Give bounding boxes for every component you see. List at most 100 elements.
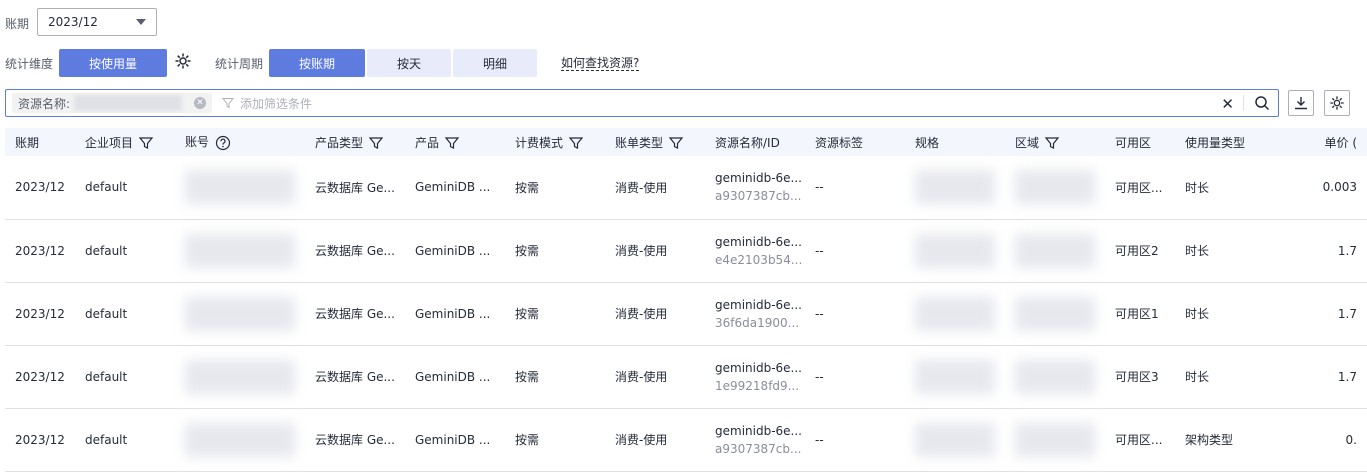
cell-bill-type: 消费-使用 bbox=[605, 219, 705, 283]
col-az: 可用区 bbox=[1105, 128, 1175, 156]
cell-resource[interactable]: geminidb-6e... a9307387cb... bbox=[705, 408, 805, 472]
filter-placeholder[interactable]: 添加筛选条件 bbox=[222, 95, 312, 112]
table-row: 2023/12 default 云数据库 Ge... GeminiDB ... … bbox=[5, 282, 1367, 346]
account-redacted bbox=[185, 296, 295, 331]
cell-spec bbox=[905, 219, 1005, 283]
cell-period: 2023/12 bbox=[5, 156, 75, 220]
cell-az: 可用区... bbox=[1105, 408, 1175, 472]
cell-period: 2023/12 bbox=[5, 219, 75, 283]
resource-name: geminidb-6e... bbox=[715, 423, 802, 438]
filter-icon[interactable] bbox=[369, 136, 384, 150]
how-to-find-resource-link[interactable]: 如何查找资源? bbox=[561, 56, 640, 71]
cycle-option-daily[interactable]: 按天 bbox=[367, 49, 451, 77]
col-account: 账号 bbox=[175, 128, 305, 156]
cell-spec bbox=[905, 282, 1005, 346]
cell-price: 0.003 bbox=[1275, 156, 1367, 220]
cell-period: 2023/12 bbox=[5, 408, 75, 472]
cell-region bbox=[1005, 282, 1105, 346]
cell-az: 可用区3 bbox=[1105, 345, 1175, 409]
gear-icon bbox=[1330, 96, 1344, 110]
clear-tag-icon[interactable]: ✕ bbox=[194, 97, 207, 109]
filter-icon[interactable] bbox=[139, 136, 154, 150]
cell-product-type: 云数据库 Ge... bbox=[305, 345, 405, 409]
spec-redacted bbox=[915, 296, 995, 331]
divider bbox=[1243, 95, 1244, 111]
cell-az: 可用区1 bbox=[1105, 282, 1175, 346]
spec-redacted bbox=[915, 233, 995, 268]
cell-usage-type: 时长 bbox=[1175, 345, 1275, 409]
cell-resource[interactable]: geminidb-6e... e4e2103b54... bbox=[705, 219, 805, 283]
resource-id: a9307387cb... bbox=[715, 189, 802, 204]
col-usage-type: 使用量类型 bbox=[1175, 128, 1275, 156]
col-period: 账期 bbox=[5, 128, 75, 156]
search-icon[interactable] bbox=[1254, 95, 1270, 114]
cell-region bbox=[1005, 156, 1105, 220]
cell-product: GeminiDB ... bbox=[405, 345, 505, 409]
col-product[interactable]: 产品 bbox=[405, 128, 505, 156]
download-button[interactable] bbox=[1288, 90, 1314, 116]
account-redacted bbox=[185, 170, 295, 205]
billing-table: 账期 企业项目 账号 产品类型 产品 计费模式 账单类型 资源名称/ID 资源标… bbox=[5, 128, 1367, 472]
cycle-option-detail[interactable]: 明细 bbox=[453, 49, 537, 77]
cell-tag: -- bbox=[805, 345, 905, 409]
cycle-label: 统计周期 bbox=[215, 57, 264, 71]
cell-project: default bbox=[75, 408, 175, 472]
cell-az: 可用区... bbox=[1105, 156, 1175, 220]
col-billing-mode[interactable]: 计费模式 bbox=[505, 128, 605, 156]
cell-bill-type: 消费-使用 bbox=[605, 345, 705, 409]
cell-region bbox=[1005, 219, 1105, 283]
resource-id: 36f6da1900... bbox=[715, 315, 800, 330]
cell-resource[interactable]: geminidb-6e... 1e99218fd9... bbox=[705, 345, 805, 409]
region-redacted bbox=[1015, 170, 1095, 205]
cell-price: 0. bbox=[1275, 408, 1367, 472]
period-select[interactable]: 2023/12 bbox=[37, 8, 157, 36]
cycle-option-billing[interactable]: 按账期 bbox=[269, 49, 365, 77]
account-redacted bbox=[185, 233, 295, 268]
filter-icon[interactable] bbox=[569, 136, 584, 150]
table-settings-button[interactable] bbox=[1324, 90, 1350, 116]
cell-product-type: 云数据库 Ge... bbox=[305, 219, 405, 283]
dimension-usage-button[interactable]: 按使用量 bbox=[59, 49, 167, 77]
clear-filter-icon[interactable]: ✕ bbox=[1221, 95, 1234, 113]
cell-product: GeminiDB ... bbox=[405, 156, 505, 220]
filter-icon[interactable] bbox=[669, 136, 684, 150]
filter-icon[interactable] bbox=[1045, 136, 1060, 150]
resource-id: 1e99218fd9... bbox=[715, 378, 800, 393]
period-label: 账期 bbox=[5, 17, 30, 31]
cell-bill-type: 消费-使用 bbox=[605, 156, 705, 220]
cell-product: GeminiDB ... bbox=[405, 408, 505, 472]
cell-product-type: 云数据库 Ge... bbox=[305, 408, 405, 472]
cell-account bbox=[175, 345, 305, 409]
filter-bar[interactable]: 资源名称: ✕ 添加筛选条件 ✕ bbox=[5, 89, 1279, 117]
cell-tag: -- bbox=[805, 219, 905, 283]
cell-price: 1.7 bbox=[1275, 345, 1367, 409]
cell-price: 1.7 bbox=[1275, 219, 1367, 283]
cell-product: GeminiDB ... bbox=[405, 219, 505, 283]
cell-resource[interactable]: geminidb-6e... 36f6da1900... bbox=[705, 282, 805, 346]
cell-period: 2023/12 bbox=[5, 345, 75, 409]
cell-product-type: 云数据库 Ge... bbox=[305, 282, 405, 346]
filter-tag-value-redacted bbox=[74, 95, 183, 111]
region-redacted bbox=[1015, 233, 1095, 268]
col-product-type[interactable]: 产品类型 bbox=[305, 128, 405, 156]
help-icon[interactable] bbox=[215, 135, 231, 151]
col-bill-type[interactable]: 账单类型 bbox=[605, 128, 705, 156]
cell-project: default bbox=[75, 345, 175, 409]
resource-name: geminidb-6e... bbox=[715, 171, 802, 186]
region-redacted bbox=[1015, 359, 1095, 394]
cell-price: 1.7 bbox=[1275, 282, 1367, 346]
cell-resource[interactable]: geminidb-6e... a9307387cb... bbox=[705, 156, 805, 220]
filter-icon[interactable] bbox=[445, 136, 460, 150]
cell-account bbox=[175, 156, 305, 220]
filter-icon bbox=[222, 98, 235, 109]
account-redacted bbox=[185, 422, 295, 457]
col-project[interactable]: 企业项目 bbox=[75, 128, 175, 156]
col-region[interactable]: 区域 bbox=[1005, 128, 1105, 156]
region-redacted bbox=[1015, 296, 1095, 331]
period-value: 2023/12 bbox=[48, 15, 98, 29]
cell-account bbox=[175, 219, 305, 283]
account-redacted bbox=[185, 359, 295, 394]
dimension-settings-icon[interactable] bbox=[174, 52, 192, 70]
cell-bill-type: 消费-使用 bbox=[605, 282, 705, 346]
col-unit-price: 单价 ( bbox=[1275, 128, 1367, 156]
